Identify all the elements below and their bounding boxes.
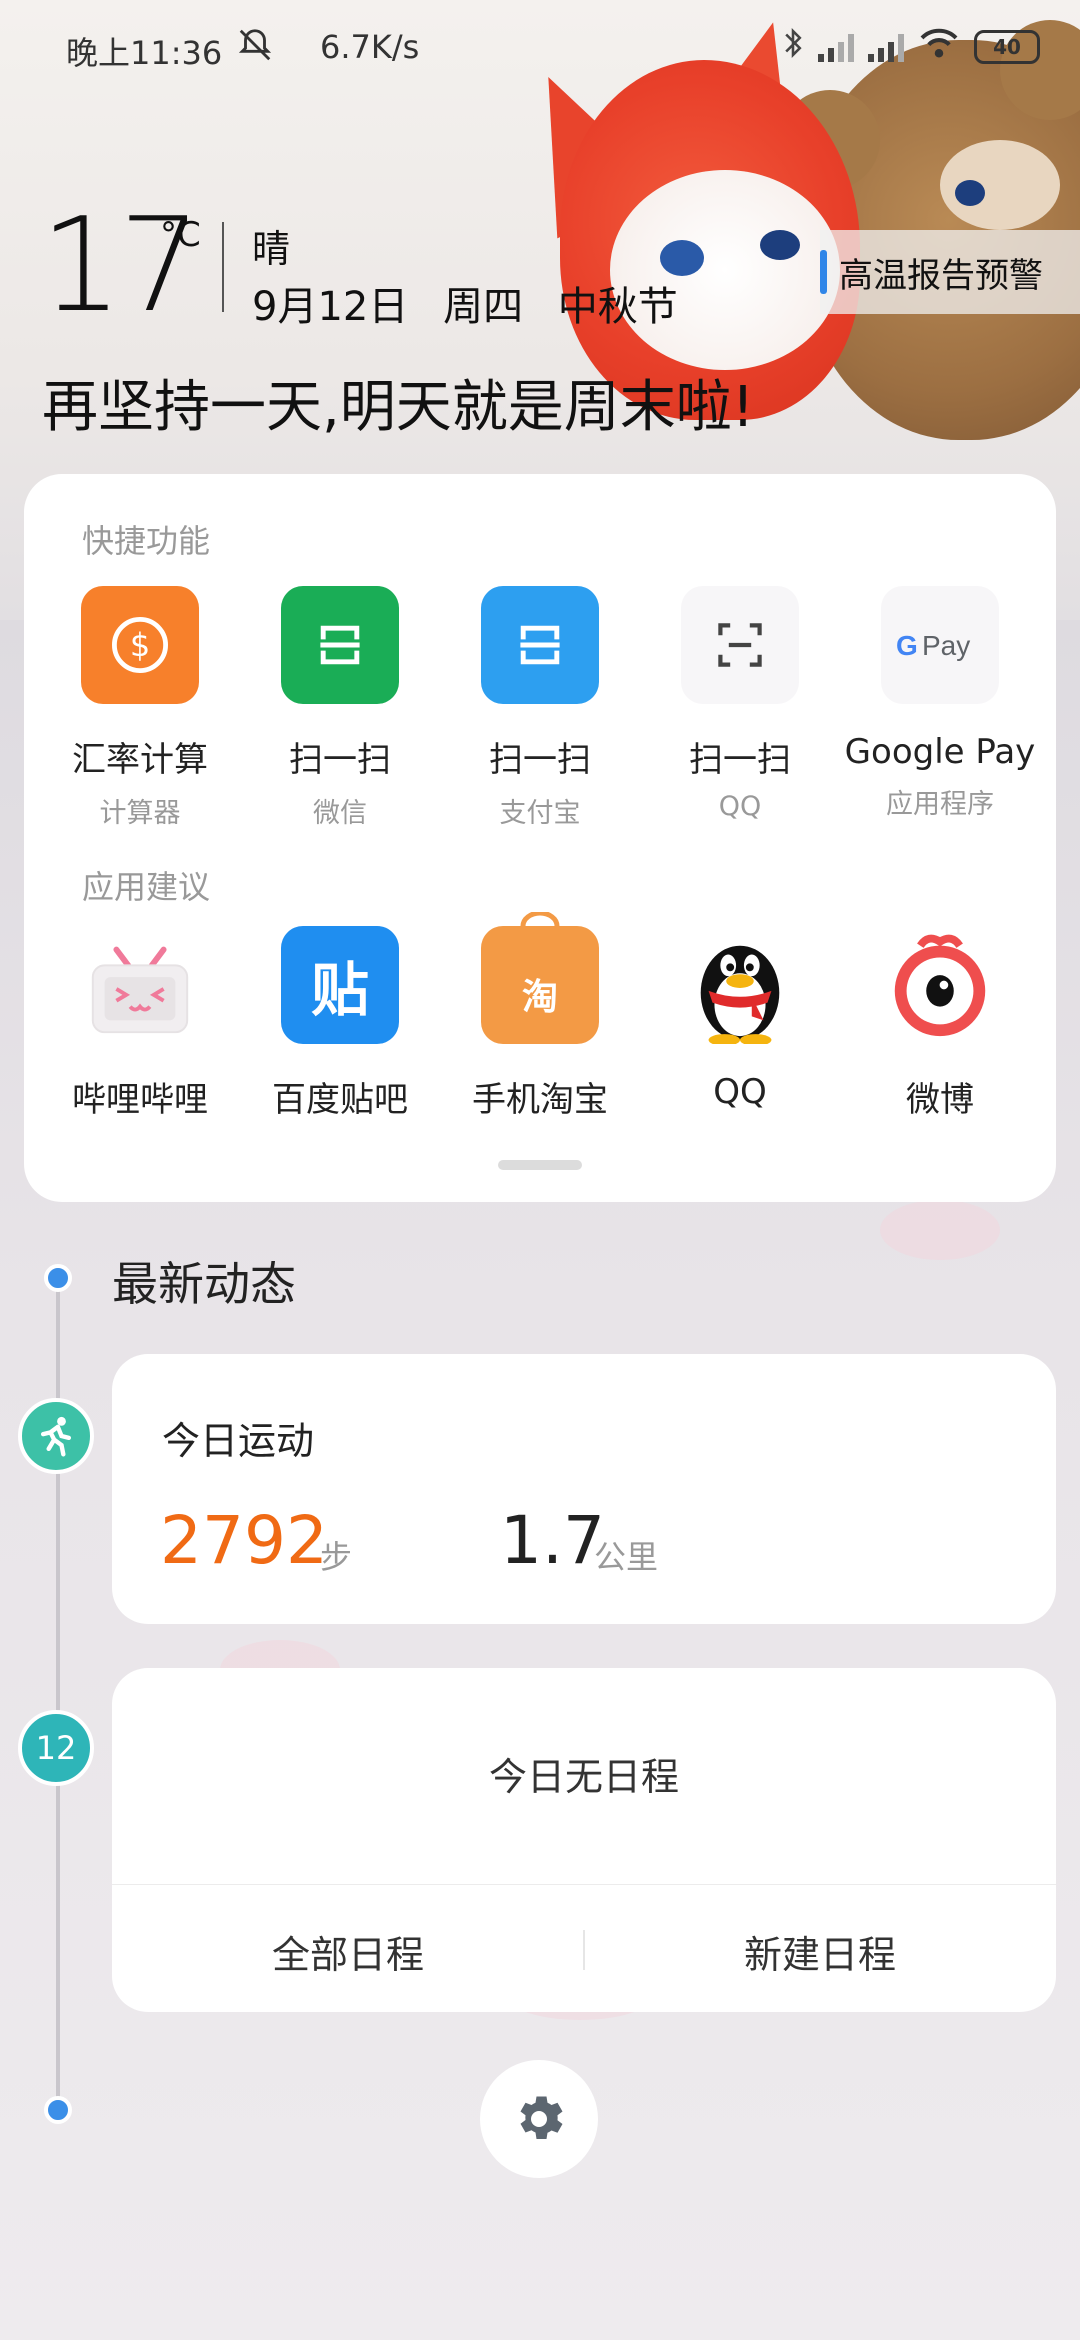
app-weibo[interactable]: 微博 (840, 926, 1040, 1121)
schedule-card: 今日无日程 全部日程 新建日程 (112, 1668, 1056, 2012)
weekday: 周四 (443, 284, 524, 330)
header-divider (222, 222, 224, 312)
bell-off-icon (236, 26, 274, 73)
no-schedule-text: 今日无日程 (488, 1755, 679, 1799)
fox-face (610, 170, 840, 370)
distance-value: 1.7 (500, 1502, 605, 1579)
signal-icon (868, 32, 904, 62)
feed-title: 最新动态 (112, 1257, 296, 1311)
quick-functions-title: 快捷功能 (82, 522, 211, 560)
quick-item-sub: 应用程序 (886, 789, 994, 820)
quick-item-wechat-scan[interactable]: 扫一扫 微信 (240, 586, 440, 830)
app-mobile-taobao[interactable]: 淘 手机淘宝 (440, 912, 640, 1121)
gear-icon (520, 2096, 563, 2139)
taobao-glyph: 淘 (521, 977, 558, 1018)
google-pay-icon: G Pay (881, 586, 999, 704)
quick-item-sub: QQ (718, 791, 762, 822)
weibo-icon (881, 926, 999, 1044)
app-bilibili[interactable]: 哔哩哔哩 (40, 926, 240, 1121)
all-schedules-button[interactable]: 全部日程 (112, 1924, 584, 1979)
svg-text:$: $ (130, 626, 150, 664)
app-suggestions-row: 哔哩哔哩 贴 百度贴吧 淘 手机淘宝 QQ 微博 (24, 912, 1056, 1121)
temperature-unit: °C (160, 215, 201, 255)
drag-handle[interactable] (498, 1160, 582, 1170)
weather-alert-text: 高温报告预警 (839, 255, 1043, 296)
greeting-slogan: 再坚持一天,明天就是周末啦! (42, 375, 755, 440)
quick-item-label: 扫一扫 (689, 740, 791, 780)
card-divider (112, 1884, 1056, 1885)
date: 9月12日 (252, 284, 409, 330)
flower-decoration (880, 1200, 1000, 1260)
quick-item-label: 汇率计算 (72, 740, 208, 780)
app-label: QQ (713, 1072, 767, 1112)
quick-item-sub: 计算器 (99, 798, 181, 829)
festival: 中秋节 (557, 284, 678, 330)
wifi-icon (918, 26, 960, 68)
new-schedule-button[interactable]: 新建日程 (584, 1924, 1056, 1979)
app-qq[interactable]: QQ (640, 926, 840, 1121)
app-baidu-tieba[interactable]: 贴 百度贴吧 (240, 926, 440, 1121)
scan-icon (281, 586, 399, 704)
app-suggestions-title: 应用建议 (82, 868, 211, 906)
quick-item-sub: 支付宝 (499, 798, 581, 829)
currency-icon: $ (81, 586, 199, 704)
date-line: 9月12日 周四 中秋节 (252, 274, 700, 332)
distance-unit: 公里 (594, 1538, 659, 1576)
running-icon (18, 1398, 94, 1474)
app-label: 手机淘宝 (472, 1080, 608, 1120)
app-label: 哔哩哔哩 (72, 1080, 208, 1120)
quick-item-qq-scan[interactable]: 扫一扫 QQ (640, 586, 840, 830)
quick-item-exchange-rate[interactable]: $ 汇率计算 计算器 (40, 586, 240, 830)
signal-icon (818, 32, 854, 62)
bilibili-icon (81, 926, 199, 1044)
clock: 晚上11:36 (66, 34, 223, 72)
battery-icon: 40 (974, 30, 1040, 64)
tieba-icon: 贴 (281, 926, 399, 1044)
status-bar: 晚上11:36 6.7K/s 40 (0, 0, 1080, 96)
quick-item-label: 扫一扫 (289, 740, 391, 780)
timeline-dot (44, 1264, 72, 1292)
quick-item-sub: 微信 (313, 798, 367, 829)
svg-text:G: G (896, 630, 918, 661)
fox-eye (660, 240, 704, 276)
bear-eye (955, 180, 985, 206)
app-label: 微博 (906, 1080, 974, 1120)
sport-title: 今日运动 (162, 1419, 315, 1463)
network-speed: 6.7K/s (320, 28, 420, 66)
scan-frame-icon (681, 586, 799, 704)
bluetooth-icon (782, 26, 804, 68)
steps-unit: 步 (320, 1538, 353, 1576)
weather-condition[interactable]: 晴 (252, 218, 290, 273)
app-label: 百度贴吧 (272, 1080, 408, 1120)
scan-icon (481, 586, 599, 704)
settings-button[interactable] (480, 2060, 598, 2178)
svg-text:Pay: Pay (922, 630, 970, 661)
quick-item-alipay-scan[interactable]: 扫一扫 支付宝 (440, 586, 640, 830)
shortcuts-card: 快捷功能 $ 汇率计算 计算器 扫一扫 微信 扫一扫 支付宝 扫一扫 QQ G … (24, 474, 1056, 1202)
steps-count: 2792 (160, 1502, 328, 1579)
sport-card[interactable]: 今日运动 2792 步 1.7 公里 (112, 1354, 1056, 1624)
quick-item-label: Google Pay (844, 732, 1036, 772)
calendar-day-badge: 12 (18, 1710, 94, 1786)
weather-alert[interactable]: 高温报告预警 (820, 230, 1080, 314)
quick-item-google-pay[interactable]: G Pay Google Pay 应用程序 (840, 586, 1040, 830)
qq-penguin-icon (681, 926, 799, 1044)
timeline-end-dot (44, 2096, 72, 2124)
fox-eye (760, 230, 800, 260)
quick-item-label: 扫一扫 (489, 740, 591, 780)
quick-functions-row: $ 汇率计算 计算器 扫一扫 微信 扫一扫 支付宝 扫一扫 QQ G Pay G… (24, 586, 1056, 830)
taobao-icon: 淘 (481, 912, 599, 1044)
